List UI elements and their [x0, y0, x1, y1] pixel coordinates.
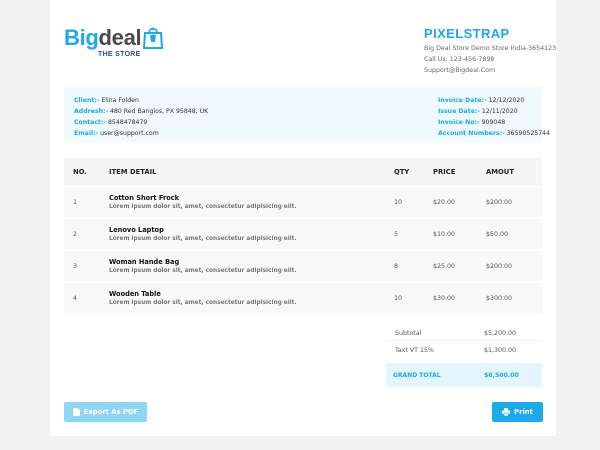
column-header-amount: AMOUT	[486, 168, 514, 176]
client-contact-row: Contact:- 8548478479	[74, 117, 208, 128]
printer-icon	[502, 408, 511, 416]
item-description: Lorem ipsum dolor sit, amet, consectetur…	[109, 268, 297, 274]
invoice-info-panel: Client:- Elina Folden Addresh:- 480 Red …	[64, 87, 550, 142]
tax-value: $1,300.00	[484, 347, 517, 354]
info-label: Contact:-	[74, 119, 106, 126]
company-name: PIXELSTRAP	[424, 26, 510, 41]
column-header-item: ITEM DETAIL	[109, 168, 157, 176]
print-button[interactable]: Print	[492, 402, 543, 422]
item-description: Lorem ipsum dolor sit, amet, consectetur…	[109, 300, 297, 306]
info-value: 12/11/2020	[481, 108, 518, 115]
invoice-date-row: Invoice Date:- 12/12/2020	[438, 95, 550, 106]
grand-total-label: GRAND TOTAL	[393, 372, 441, 379]
table-row: 2 Lenovo Laptop Lorem ipsum dolor sit, a…	[64, 219, 542, 249]
table-row: 1 Cotton Short Frock Lorem ipsum dolor s…	[64, 187, 542, 217]
info-value: 480 Red Banglos, PX 95848, UK	[110, 108, 209, 115]
info-label: Invoice Date:-	[438, 97, 487, 104]
item-price: $10.00	[433, 231, 456, 238]
info-label: Email:-	[74, 130, 99, 137]
subtotal-label: Subtotal	[395, 330, 422, 337]
info-label: Addresh:-	[74, 108, 109, 115]
item-name: Cotton Short Frock	[109, 194, 180, 202]
invoice-number-row: Invoice No:- 909048	[438, 117, 550, 128]
item-amount: $200.00	[486, 263, 513, 270]
info-value: 12/12/2020	[488, 97, 525, 104]
export-pdf-button[interactable]: Export As PDF	[64, 402, 147, 422]
company-phone: Call Us: 123-456-7898	[424, 56, 495, 63]
item-amount: $300.00	[486, 295, 513, 302]
column-header-price: PRICE	[433, 168, 456, 176]
row-number: 1	[73, 199, 78, 206]
client-details: Client:- Elina Folden Addresh:- 480 Red …	[74, 95, 208, 139]
issue-date-row: Issue Date:- 12/11/2020	[438, 106, 550, 117]
info-label: Account Numbers:-	[438, 130, 505, 137]
item-description: Lorem ipsum dolor sit, amet, consectetur…	[109, 204, 297, 210]
store-logo: Bigdeal THE STORE	[64, 25, 142, 59]
account-number-row: Account Numbers:- 36590525744	[438, 128, 550, 139]
tax-label: Taxt VT 15%	[395, 347, 435, 354]
info-value: 8548478479	[107, 119, 148, 126]
totals-divider	[386, 340, 542, 341]
info-label: Invoice No:-	[438, 119, 480, 126]
item-qty: 5	[394, 231, 399, 238]
invoice-details: Invoice Date:- 12/12/2020 Issue Date:- 1…	[438, 95, 550, 139]
info-label: Client:-	[74, 97, 100, 104]
shopping-bag-icon	[142, 27, 164, 49]
subtotal-value: $5,200.00	[484, 330, 517, 337]
table-row: 4 Wooden Table Lorem ipsum dolor sit, am…	[64, 283, 542, 313]
row-number: 3	[73, 263, 78, 270]
item-qty: 10	[394, 295, 403, 302]
client-name-row: Client:- Elina Folden	[74, 95, 208, 106]
file-icon	[72, 408, 80, 416]
grand-total-row: GRAND TOTAL $6,500.00	[386, 363, 542, 387]
logo-text-deal: deal	[98, 25, 142, 50]
client-address-row: Addresh:- 480 Red Banglos, PX 95848, UK	[74, 106, 208, 117]
item-qty: 8	[394, 263, 399, 270]
item-price: $20.00	[433, 199, 456, 206]
info-value[interactable]: user@support.com	[100, 130, 159, 137]
item-name: Wooden Table	[109, 290, 161, 298]
row-number: 4	[73, 295, 78, 302]
info-label: Issue Date:-	[438, 108, 480, 115]
company-address: Big Deal Store Demo Store India-3654123	[424, 45, 557, 52]
info-value: 36590525744	[506, 130, 551, 137]
company-email[interactable]: Support@Bigdeal.Com	[424, 65, 556, 76]
item-amount: $50.00	[486, 231, 509, 238]
table-header: NO. ITEM DETAIL QTY PRICE AMOUT	[64, 158, 542, 186]
logo-text-big: Big	[64, 25, 99, 50]
column-header-no: NO.	[73, 168, 87, 176]
logo-subtitle: THE STORE	[98, 51, 141, 58]
row-number: 2	[73, 231, 78, 238]
item-qty: 10	[394, 199, 403, 206]
company-info: PIXELSTRAP Big Deal Store Demo Store Ind…	[424, 26, 556, 76]
item-name: Lenovo Laptop	[109, 226, 164, 234]
print-label: Print	[514, 408, 533, 416]
item-price: $25.00	[433, 263, 456, 270]
item-name: Woman Hande Bag	[109, 258, 180, 266]
item-price: $30.00	[433, 295, 456, 302]
table-row: 3 Woman Hande Bag Lorem ipsum dolor sit,…	[64, 251, 542, 281]
client-email-row: Email:- user@support.com	[74, 128, 208, 139]
info-value: 909048	[481, 119, 506, 126]
info-value: Elina Folden	[101, 97, 139, 104]
export-pdf-label: Export As PDF	[83, 408, 139, 416]
item-description: Lorem ipsum dolor sit, amet, consectetur…	[109, 236, 297, 242]
grand-total-value: $6,500.00	[484, 372, 519, 379]
column-header-qty: QTY	[394, 168, 410, 176]
item-amount: $200.00	[486, 199, 513, 206]
